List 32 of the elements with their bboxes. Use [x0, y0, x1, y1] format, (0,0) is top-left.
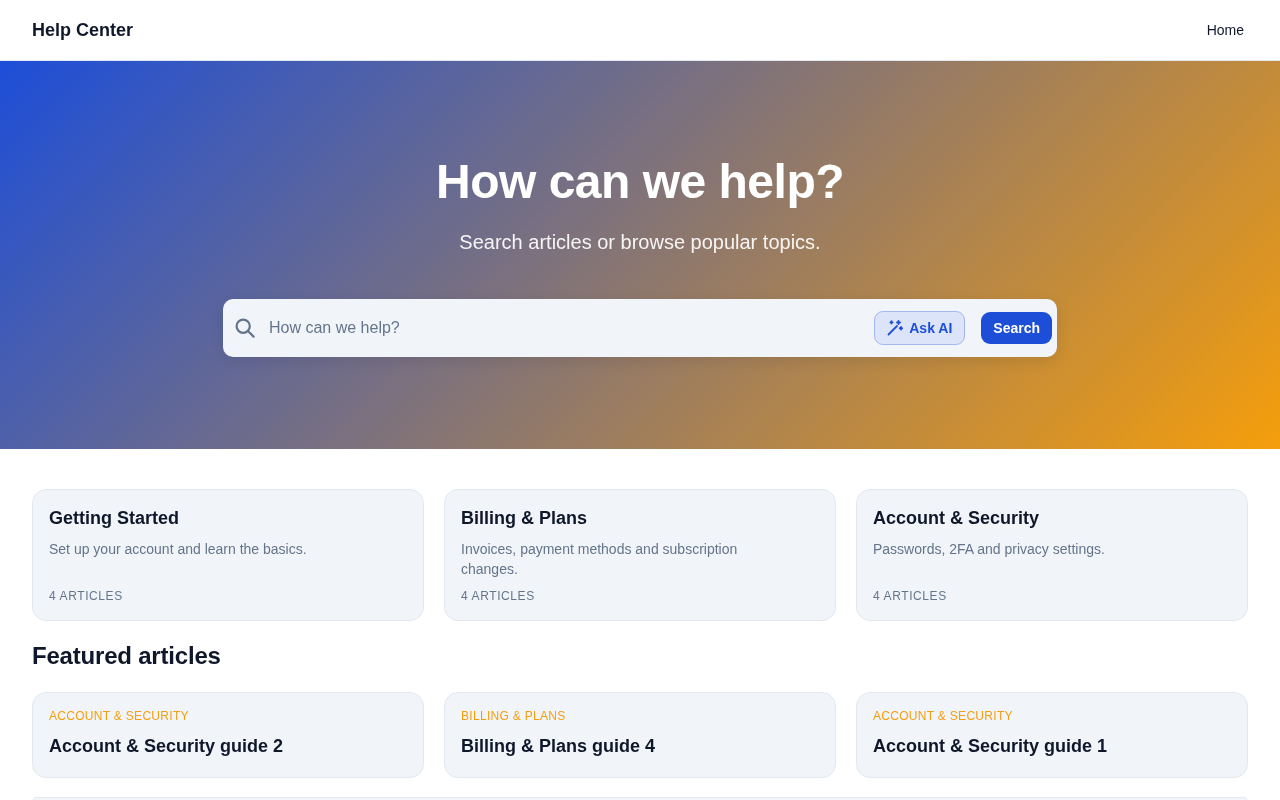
article-category: ACCOUNT & SECURITY [873, 708, 1013, 724]
search-icon [235, 318, 255, 338]
search-bar[interactable]: How can we help? Ask AI Search [223, 299, 1057, 357]
ask-ai-button[interactable]: Ask AI [874, 311, 966, 345]
category-card[interactable]: Account & Security Passwords, 2FA and privacy settings. 4 ARTICLES [856, 489, 1248, 621]
category-title: Getting Started [49, 507, 179, 530]
site-title: Help Center [32, 19, 134, 41]
category-card[interactable]: Getting Started Set up your account and learn the basics. 4 ARTICLES [32, 489, 424, 621]
article-card[interactable]: ACCOUNT & SECURITY Account & Security guide 2 [32, 692, 424, 778]
article-title: Account & Security guide 2 [49, 735, 284, 758]
article-card[interactable]: BILLING & PLANS Billing & Plans guide 4 [444, 692, 836, 778]
hero-title: How can we help? [435, 154, 845, 210]
category-description: Passwords, 2FA and privacy settings. [873, 540, 1105, 559]
article-card[interactable]: ACCOUNT & SECURITY Account & Security guide 1 [856, 692, 1248, 778]
nav-link[interactable]: Home [1206, 22, 1244, 38]
category-description: Set up your account and learn the basics. [49, 540, 307, 559]
section-heading: Featured articles [32, 641, 222, 671]
search-field[interactable]: How can we help? [269, 308, 865, 348]
article-count: 4 ARTICLES [461, 588, 535, 604]
category-card[interactable]: Billing & Plans Invoices, payment methods and subscription changes. 4 ARTICLES [444, 489, 836, 621]
category-description: Invoices, payment methods and subscription changes. [461, 540, 739, 579]
article-category: BILLING & PLANS [461, 708, 566, 724]
article-count: 4 ARTICLES [873, 588, 947, 604]
article-title: Billing & Plans guide 4 [461, 735, 656, 758]
magic-wand-icon [887, 320, 904, 336]
article-count: 4 ARTICLES [49, 588, 123, 604]
search-button[interactable]: Search [981, 312, 1052, 344]
category-title: Billing & Plans [461, 507, 588, 530]
hero-subtitle: Search articles or browse popular topics. [459, 230, 821, 255]
article-category: ACCOUNT & SECURITY [49, 708, 189, 724]
article-title: Account & Security guide 1 [873, 735, 1108, 758]
category-title: Account & Security [873, 507, 1040, 530]
